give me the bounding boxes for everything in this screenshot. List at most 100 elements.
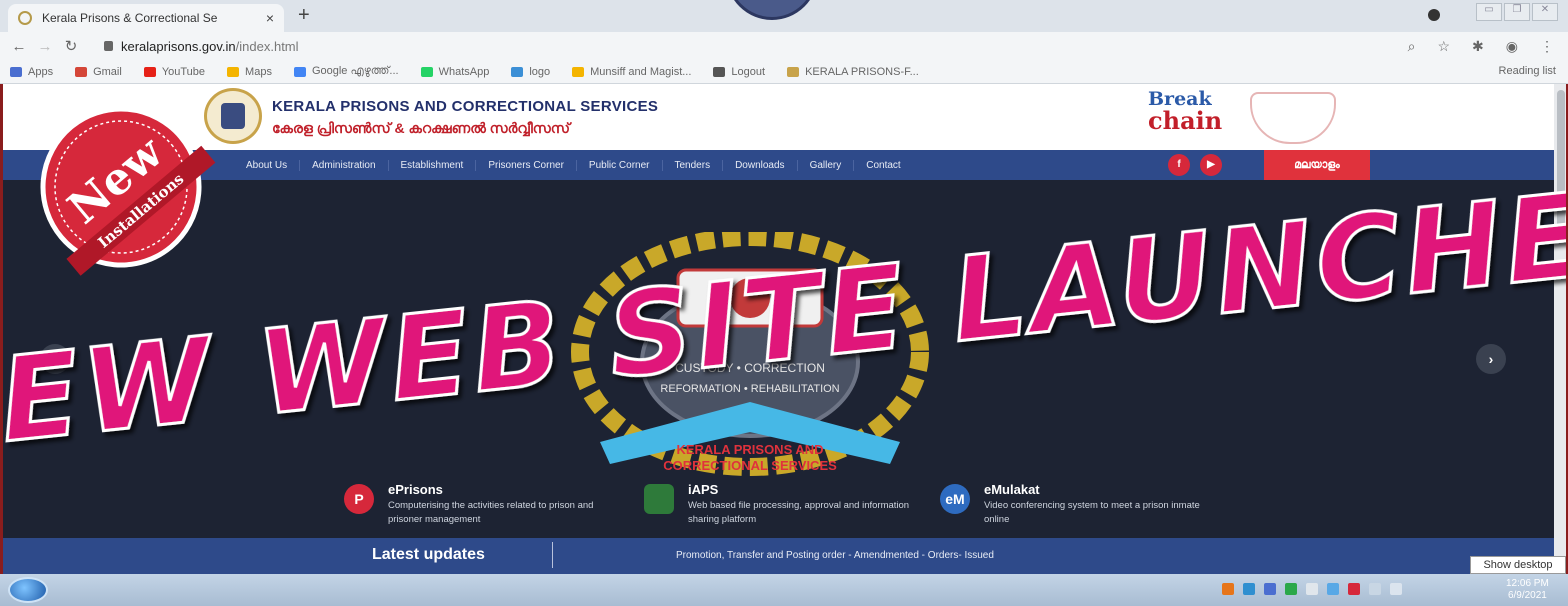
slider-prev-button[interactable]: ‹ xyxy=(40,344,70,374)
bookmark-favicon-icon xyxy=(227,66,240,77)
eprisons-icon: P xyxy=(344,484,374,514)
bookmark-item[interactable]: Apps xyxy=(10,66,53,78)
taskbar-clock[interactable]: 12:06 PM 6/9/2021 xyxy=(1506,578,1549,602)
bookmark-favicon-icon xyxy=(293,66,306,77)
emblem-ribbon-line2: CORRECTIONAL SERVICES xyxy=(663,458,837,473)
forward-icon[interactable]: → xyxy=(32,38,58,55)
nav-item-public-corner[interactable]: Public Corner xyxy=(577,159,663,171)
break-the-chain-line2: chain xyxy=(1148,106,1223,135)
reading-list-button[interactable]: Reading list xyxy=(1499,65,1556,77)
nav-item-prisoners-corner[interactable]: Prisoners Corner xyxy=(476,159,577,171)
bookmark-label: Munsiff and Magist... xyxy=(590,65,692,78)
nav-item-establishment[interactable]: Establishment xyxy=(389,159,477,171)
tray-app-icon[interactable] xyxy=(1348,583,1360,595)
address-bar-actions: ⌕ ☆ ✱ ◉ ⋮ xyxy=(1408,38,1554,55)
tab-close-icon[interactable]: × xyxy=(266,10,274,26)
zoom-icon[interactable]: ⌕ xyxy=(1408,38,1416,55)
language-toggle-button[interactable]: മലയാളം xyxy=(1264,150,1370,180)
restore-icon[interactable]: ❐ xyxy=(1504,3,1530,21)
prisons-emblem-logo[interactable] xyxy=(204,88,262,144)
bookmark-favicon-icon xyxy=(572,66,585,77)
main-nav: About Us Administration Establishment Priso… xyxy=(0,150,1554,180)
service-title: iAPS xyxy=(688,482,719,497)
profile-icon[interactable]: ◉ xyxy=(1506,38,1518,55)
bookmark-favicon-icon xyxy=(420,66,433,77)
bookmark-item[interactable]: YouTube xyxy=(143,66,205,78)
nav-item-contact[interactable]: Contact xyxy=(854,160,912,171)
url-path: /index.html xyxy=(235,38,299,54)
flag-icon[interactable] xyxy=(1306,583,1318,595)
network-icon[interactable] xyxy=(1369,583,1381,595)
bookmark-favicon-icon xyxy=(511,66,524,77)
prisons-emblem-graphic: KERALA PRISONS AND CORRECTIONAL SERVICES… xyxy=(571,232,929,476)
youtube-icon[interactable]: ▶ xyxy=(1200,154,1222,176)
emblem-ring-line2: REFORMATION • REHABILITATION xyxy=(660,383,839,395)
bookmark-favicon-icon xyxy=(10,66,22,77)
back-icon[interactable]: ← xyxy=(6,38,32,55)
close-window-icon[interactable]: ✕ xyxy=(1532,3,1558,21)
tray-app-icon[interactable] xyxy=(1327,583,1339,595)
bookmark-item[interactable]: KERALA PRISONS-F... xyxy=(787,66,919,78)
tray-app-icon[interactable] xyxy=(1243,583,1255,595)
bookmark-item[interactable]: WhatsApp xyxy=(420,66,489,78)
browser-tab[interactable]: Kerala Prisons & Correctional Se × xyxy=(8,4,284,32)
bookmark-favicon-icon xyxy=(143,66,156,77)
nav-item-downloads[interactable]: Downloads xyxy=(723,159,798,171)
break-the-chain-logo[interactable]: Break chain xyxy=(1148,90,1238,142)
site-favicon-icon xyxy=(18,11,32,25)
minimize-icon[interactable]: ▭ xyxy=(1476,3,1502,21)
updates-ticker-link[interactable]: Promotion, Transfer and Posting order - … xyxy=(676,550,994,561)
extensions-icon[interactable]: ✱ xyxy=(1472,38,1484,55)
nav-item-tenders[interactable]: Tenders xyxy=(663,159,724,171)
bookmark-item[interactable]: Google എഴുത്ത്... xyxy=(293,65,399,78)
nav-item-administration[interactable]: Administration xyxy=(300,159,389,171)
latest-updates-bar: Latest updates Promotion, Transfer and P… xyxy=(0,538,1554,574)
bookmark-favicon-icon xyxy=(713,66,726,77)
nav-item-about-us[interactable]: About Us xyxy=(234,159,301,171)
bookmark-label: Gmail xyxy=(93,65,122,78)
clock-time: 12:06 PM xyxy=(1506,578,1549,589)
service-description: Computerising the activities related to … xyxy=(388,500,594,525)
bookmark-item[interactable]: Gmail xyxy=(75,66,122,78)
bookmark-item[interactable]: Munsiff and Magist... xyxy=(572,66,691,78)
bookmark-item[interactable]: logo xyxy=(511,66,550,78)
nav-item-gallery[interactable]: Gallery xyxy=(798,159,855,171)
bookmark-label: Maps xyxy=(245,65,272,78)
record-icon[interactable] xyxy=(1428,9,1440,21)
clock-date: 6/9/2021 xyxy=(1507,590,1547,601)
photo-frame-left xyxy=(0,84,3,574)
volume-icon[interactable] xyxy=(1390,583,1402,595)
new-tab-button[interactable]: + xyxy=(298,4,310,27)
slider-next-button[interactable]: › xyxy=(1476,344,1506,374)
start-button[interactable] xyxy=(8,577,48,603)
url-field[interactable]: keralaprisons.gov.in/index.html xyxy=(104,39,299,54)
bookmark-favicon-icon xyxy=(75,66,88,77)
social-links: f ▶ xyxy=(1168,154,1222,176)
site-subtitle: കേരള പ്രിസൺസ് & കറക്ഷണൽ സർവ്വീസസ് xyxy=(272,120,570,136)
service-description: Web based file processing, approval and … xyxy=(688,500,910,525)
bookmark-item[interactable]: Logout xyxy=(713,66,765,78)
reload-icon[interactable]: ↻ xyxy=(58,37,84,55)
bookmark-item[interactable]: Maps xyxy=(227,66,272,78)
bookmark-label: KERALA PRISONS-F... xyxy=(805,65,919,78)
scrollbar-thumb[interactable] xyxy=(1557,90,1565,230)
bookmark-star-icon[interactable]: ☆ xyxy=(1437,38,1450,55)
service-description: Video conferencing system to meet a pris… xyxy=(984,500,1200,525)
site-title[interactable]: KERALA PRISONS AND CORRECTIONAL SERVICES xyxy=(272,98,658,115)
menu-icon[interactable]: ⋮ xyxy=(1540,38,1554,55)
address-bar: ← → ↻ keralaprisons.gov.in/index.html ⌕ … xyxy=(0,32,1568,60)
tray-app-icon[interactable] xyxy=(1222,583,1234,595)
emblem-ribbon-line1: KERALA PRISONS AND xyxy=(676,442,823,457)
service-title: ePrisons xyxy=(388,482,443,497)
system-tray xyxy=(1222,583,1402,595)
tray-app-icon[interactable] xyxy=(1285,583,1297,595)
lock-icon xyxy=(104,41,113,51)
tab-title: Kerala Prisons & Correctional Se xyxy=(42,11,218,25)
url-host: keralaprisons.gov.in xyxy=(121,38,236,54)
bookmark-label: logo xyxy=(529,65,551,78)
latest-updates-label: Latest updates xyxy=(372,546,485,563)
tray-app-icon[interactable] xyxy=(1264,583,1276,595)
windows-taskbar: 12:06 PM 6/9/2021 xyxy=(0,574,1568,606)
show-desktop-tooltip: Show desktop xyxy=(1470,556,1566,574)
facebook-icon[interactable]: f xyxy=(1168,154,1190,176)
